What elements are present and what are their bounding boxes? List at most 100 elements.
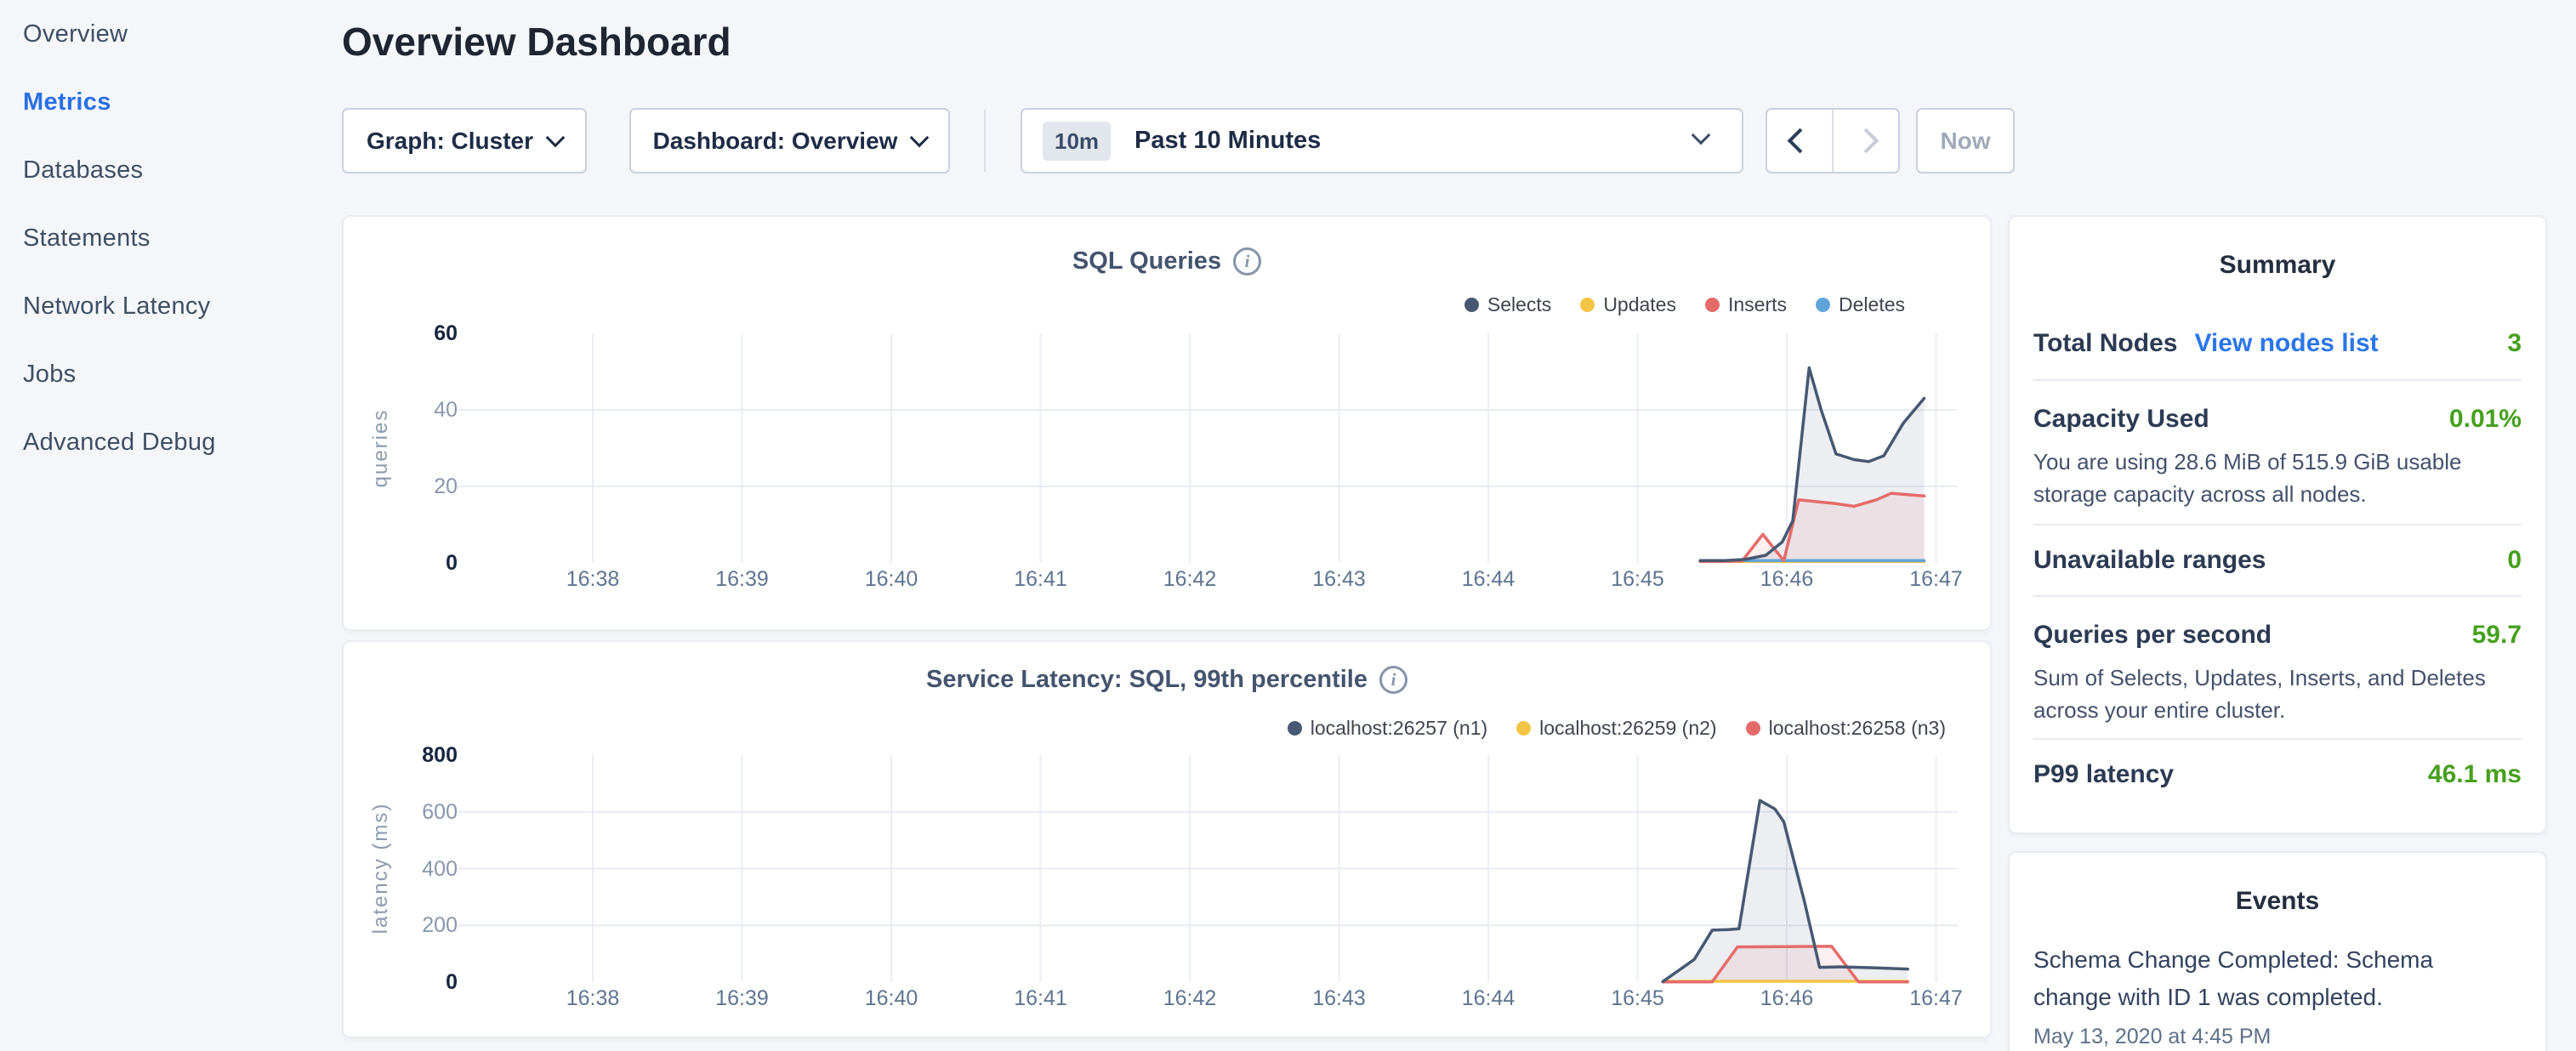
- sidebar-menu: OverviewMetricsDatabasesStatementsNetwor…: [0, 0, 340, 476]
- legend-label: localhost:26259 (n2): [1539, 717, 1716, 740]
- y-axis-tick: 20: [369, 473, 458, 500]
- sidebar-item-jobs[interactable]: Jobs: [23, 340, 340, 408]
- summary-row-p99-latency: P99 latency46.1 ms: [2033, 740, 2522, 810]
- summary-row-capacity-used: Capacity Used0.01%You are using 28.6 MiB…: [2033, 381, 2522, 526]
- time-range-dropdown[interactable]: 10m Past 10 Minutes: [1021, 108, 1743, 173]
- y-axis-tick: 800: [369, 741, 458, 769]
- graph-dropdown-label: Graph: Cluster: [367, 128, 533, 155]
- legend-label: Deletes: [1839, 293, 1905, 316]
- x-axis-tick: 16:45: [1578, 986, 1697, 1011]
- sidebar: OverviewMetricsDatabasesStatementsNetwor…: [0, 0, 340, 1051]
- sidebar-item-metrics[interactable]: Metrics: [23, 68, 340, 136]
- gridlines: [458, 333, 1958, 563]
- chart-title: SQL Queries: [1072, 247, 1221, 275]
- legend-label: localhost:26257 (n1): [1311, 717, 1487, 740]
- summary-rows: Total Nodes View nodes list 3 Capacity Used…: [2010, 280, 2545, 810]
- sidebar-item-databases[interactable]: Databases: [23, 136, 340, 204]
- summary-row-label: Total Nodes: [2033, 329, 2177, 357]
- summary-row-value: 0: [2507, 546, 2522, 575]
- chart-plot-area[interactable]: [344, 642, 1993, 1040]
- legend-item-localhost-26257-n1[interactable]: localhost:26257 (n1): [1288, 717, 1487, 740]
- summary-row-description: Sum of Selects, Updates, Inserts, and De…: [2033, 662, 2522, 726]
- x-axis-tick: 16:39: [683, 986, 802, 1011]
- summary-row-unavailable-ranges: Unavailable ranges 0: [2033, 526, 2522, 597]
- y-axis-tick: 0: [369, 549, 458, 577]
- summary-row-label: Unavailable ranges: [2033, 546, 2266, 574]
- chevron-right-icon: [1853, 128, 1879, 154]
- sidebar-item-advanced-debug[interactable]: Advanced Debug: [23, 408, 340, 476]
- view-nodes-list-link[interactable]: View nodes list: [2194, 329, 2378, 357]
- time-range-badge: 10m: [1043, 122, 1111, 161]
- legend-dot-icon: [1580, 298, 1595, 312]
- controls-divider: [984, 110, 986, 172]
- summary-panel: Summary Total Nodes View nodes list 3 Capac…: [2008, 215, 2547, 834]
- summary-row-description: You are using 28.6 MiB of 515.9 GiB usab…: [2033, 446, 2522, 510]
- chevron-left-icon: [1787, 128, 1812, 154]
- chart-legend: localhost:26257 (n1) localhost:26259 (n2)…: [1288, 717, 1946, 740]
- x-axis-tick: 16:42: [1130, 986, 1249, 1011]
- y-axis-tick: 400: [369, 855, 458, 883]
- x-axis-tick: 16:43: [1280, 567, 1399, 592]
- summary-row-label: Capacity Used: [2033, 405, 2209, 433]
- chevron-down-icon: [1692, 126, 1711, 145]
- x-axis-tick: 16:40: [832, 567, 951, 592]
- sidebar-item-network-latency[interactable]: Network Latency: [23, 272, 340, 340]
- legend-dot-icon: [1816, 298, 1830, 312]
- summary-row-value: 3: [2507, 329, 2522, 358]
- chevron-down-icon: [910, 128, 930, 147]
- time-prev-button[interactable]: [1767, 110, 1832, 172]
- x-axis-tick: 16:46: [1727, 567, 1846, 592]
- legend-label: localhost:26258 (n3): [1769, 717, 1946, 740]
- legend-item-localhost-26258-n3[interactable]: localhost:26258 (n3): [1746, 717, 1946, 740]
- x-axis-tick: 16:40: [832, 986, 951, 1011]
- summary-row-label: Queries per second: [2033, 621, 2272, 649]
- sidebar-item-statements[interactable]: Statements: [23, 204, 340, 272]
- time-next-button[interactable]: [1832, 110, 1898, 172]
- x-axis-tick: 16:44: [1429, 567, 1548, 592]
- info-icon[interactable]: [1233, 247, 1261, 276]
- summary-row-queries-per-second: Queries per second 59.7 Sum of Selects, Up…: [2033, 597, 2522, 740]
- x-axis-tick: 16:41: [981, 986, 1100, 1011]
- sidebar-item-overview[interactable]: Overview: [23, 0, 340, 68]
- x-axis-tick: 16:42: [1130, 567, 1249, 592]
- x-axis-tick: 16:45: [1578, 567, 1697, 592]
- legend-item-localhost-26259-n2[interactable]: localhost:26259 (n2): [1516, 717, 1716, 740]
- legend-label: Updates: [1603, 293, 1676, 316]
- now-button[interactable]: Now: [1916, 108, 2015, 173]
- x-axis-tick: 16:47: [1877, 986, 1996, 1011]
- graph-dropdown[interactable]: Graph: Cluster: [342, 108, 587, 173]
- legend-label: Inserts: [1728, 293, 1787, 316]
- legend-item-selects[interactable]: Selects: [1464, 293, 1551, 316]
- dashboard-dropdown[interactable]: Dashboard: Overview: [629, 108, 950, 173]
- legend-item-updates[interactable]: Updates: [1580, 293, 1676, 316]
- chart-title: Service Latency: SQL, 99th percentile: [926, 666, 1368, 693]
- legend-item-inserts[interactable]: Inserts: [1705, 293, 1787, 316]
- legend-dot-icon: [1705, 298, 1720, 312]
- info-icon[interactable]: [1379, 666, 1407, 694]
- x-axis-tick: 16:41: [981, 567, 1100, 592]
- app-root: OverviewMetricsDatabasesStatementsNetwor…: [0, 0, 2576, 1051]
- summary-row-value: 59.7: [2472, 621, 2522, 650]
- sql-queries-chart-card: SQL QueriesSelectsUpdatesInsertsDeletesq…: [342, 215, 1992, 631]
- x-axis-tick: 16:46: [1727, 986, 1846, 1011]
- x-axis-tick: 16:47: [1877, 567, 1996, 592]
- chart-title-row: SQL Queries: [344, 247, 1990, 276]
- summary-title: Summary: [2010, 217, 2545, 280]
- legend-dot-icon: [1464, 298, 1479, 312]
- event-timestamp: May 13, 2020 at 4:45 PM: [2033, 1025, 2522, 1049]
- events-panel: Events Schema Change Completed: Schema c…: [2008, 851, 2547, 1051]
- legend-dot-icon: [1288, 721, 1302, 736]
- y-axis-tick: 40: [369, 396, 458, 423]
- x-axis-tick: 16:44: [1429, 986, 1548, 1011]
- page-title: Overview Dashboard: [342, 19, 731, 65]
- legend-dot-icon: [1516, 721, 1531, 736]
- chart-title-row: Service Latency: SQL, 99th percentile: [344, 666, 1990, 694]
- events-title: Events: [2010, 853, 2545, 916]
- legend-item-deletes[interactable]: Deletes: [1816, 293, 1905, 316]
- summary-row-value: 46.1 ms: [2428, 760, 2522, 789]
- events-list: Schema Change Completed: Schema change w…: [2010, 941, 2545, 1049]
- event-text: Schema Change Completed: Schema change w…: [2033, 941, 2442, 1016]
- legend-dot-icon: [1746, 721, 1760, 736]
- time-range-label: Past 10 Minutes: [1134, 127, 1321, 155]
- dashboard-dropdown-label: Dashboard: Overview: [653, 128, 898, 155]
